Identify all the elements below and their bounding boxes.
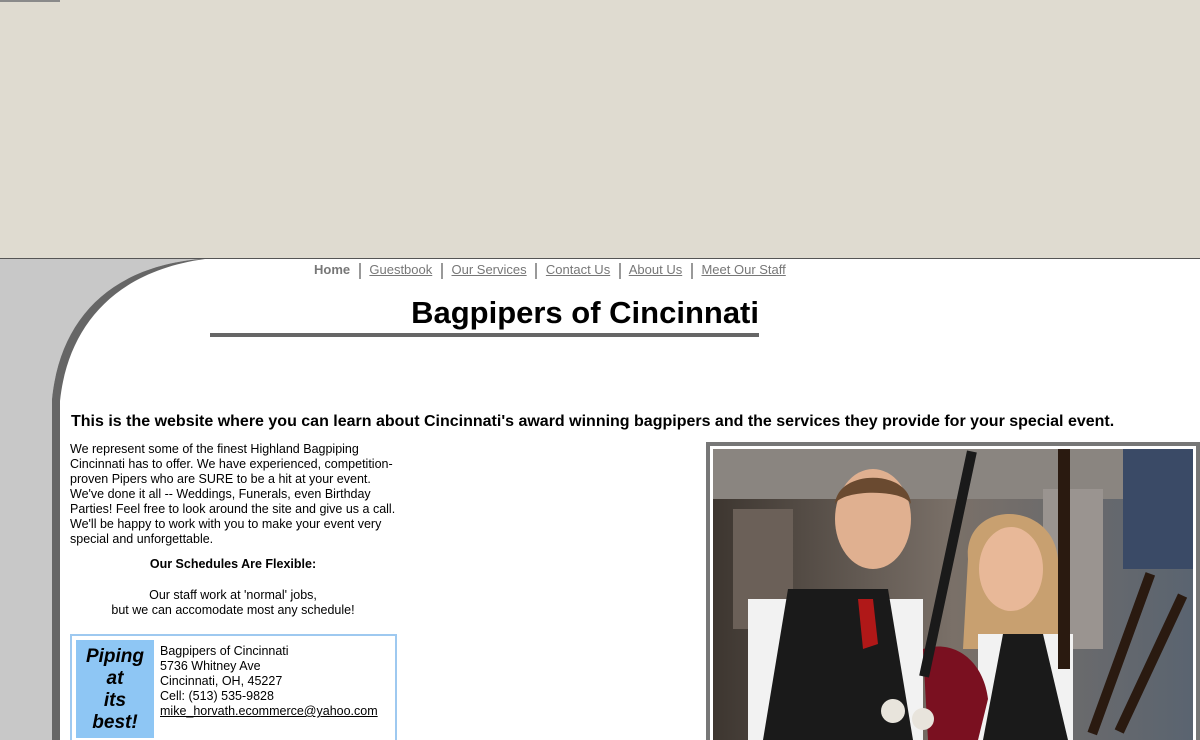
badge-line: Piping <box>85 646 145 667</box>
site-title: Bagpipers of Cincinnati <box>210 294 759 337</box>
contact-city: Cincinnati, OH, 45227 <box>160 674 283 688</box>
photo-mat <box>710 446 1196 740</box>
badge-line: at <box>106 668 124 689</box>
nav-separator <box>440 262 443 279</box>
nav-separator <box>618 262 621 279</box>
schedule-line-1: Our staff work at 'normal' jobs, <box>149 588 317 602</box>
badge-line: its <box>103 690 127 711</box>
intro-paragraph: We represent some of the finest Highland… <box>70 442 396 546</box>
photo-frame <box>706 442 1200 740</box>
bagpipers-photo-illustration <box>713 449 1193 740</box>
nav-about-us[interactable]: About Us <box>629 262 682 277</box>
tagline: This is the website where you can learn … <box>71 413 1115 430</box>
page: Home Guestbook Our Services Contact Us A… <box>0 0 1200 740</box>
piping-badge: Piping at its best! <box>76 640 154 738</box>
nav-contact-us[interactable]: Contact Us <box>546 262 610 277</box>
nav-home[interactable]: Home <box>314 262 350 277</box>
nav-separator <box>358 262 361 279</box>
schedule-heading: Our Schedules Are Flexible: <box>149 557 317 571</box>
top-banner-area <box>0 0 1200 259</box>
contact-email-link[interactable]: mike_horvath.ecommerce@yahoo.com <box>160 704 378 719</box>
contact-box: Piping at its best! Bagpipers of Cincinn… <box>70 634 397 740</box>
banner-edge-mark <box>0 0 60 2</box>
contact-info: Bagpipers of Cincinnati 5736 Whitney Ave… <box>160 644 378 719</box>
schedule-text: Our staff work at 'normal' jobs, but we … <box>70 588 396 618</box>
top-navigation: Home Guestbook Our Services Contact Us A… <box>314 262 786 279</box>
nav-meet-our-staff[interactable]: Meet Our Staff <box>701 262 785 277</box>
contact-name: Bagpipers of Cincinnati <box>160 644 289 658</box>
contact-street: 5736 Whitney Ave <box>160 659 261 673</box>
schedule-line-2: but we can accomodate most any schedule! <box>111 603 355 617</box>
nav-separator <box>535 262 538 279</box>
badge-line: best! <box>92 712 138 733</box>
contact-phone: Cell: (513) 535-9828 <box>160 689 274 703</box>
nav-guestbook[interactable]: Guestbook <box>369 262 432 277</box>
nav-our-services[interactable]: Our Services <box>452 262 527 277</box>
nav-separator <box>690 262 693 279</box>
bagpipers-photo <box>713 449 1193 740</box>
